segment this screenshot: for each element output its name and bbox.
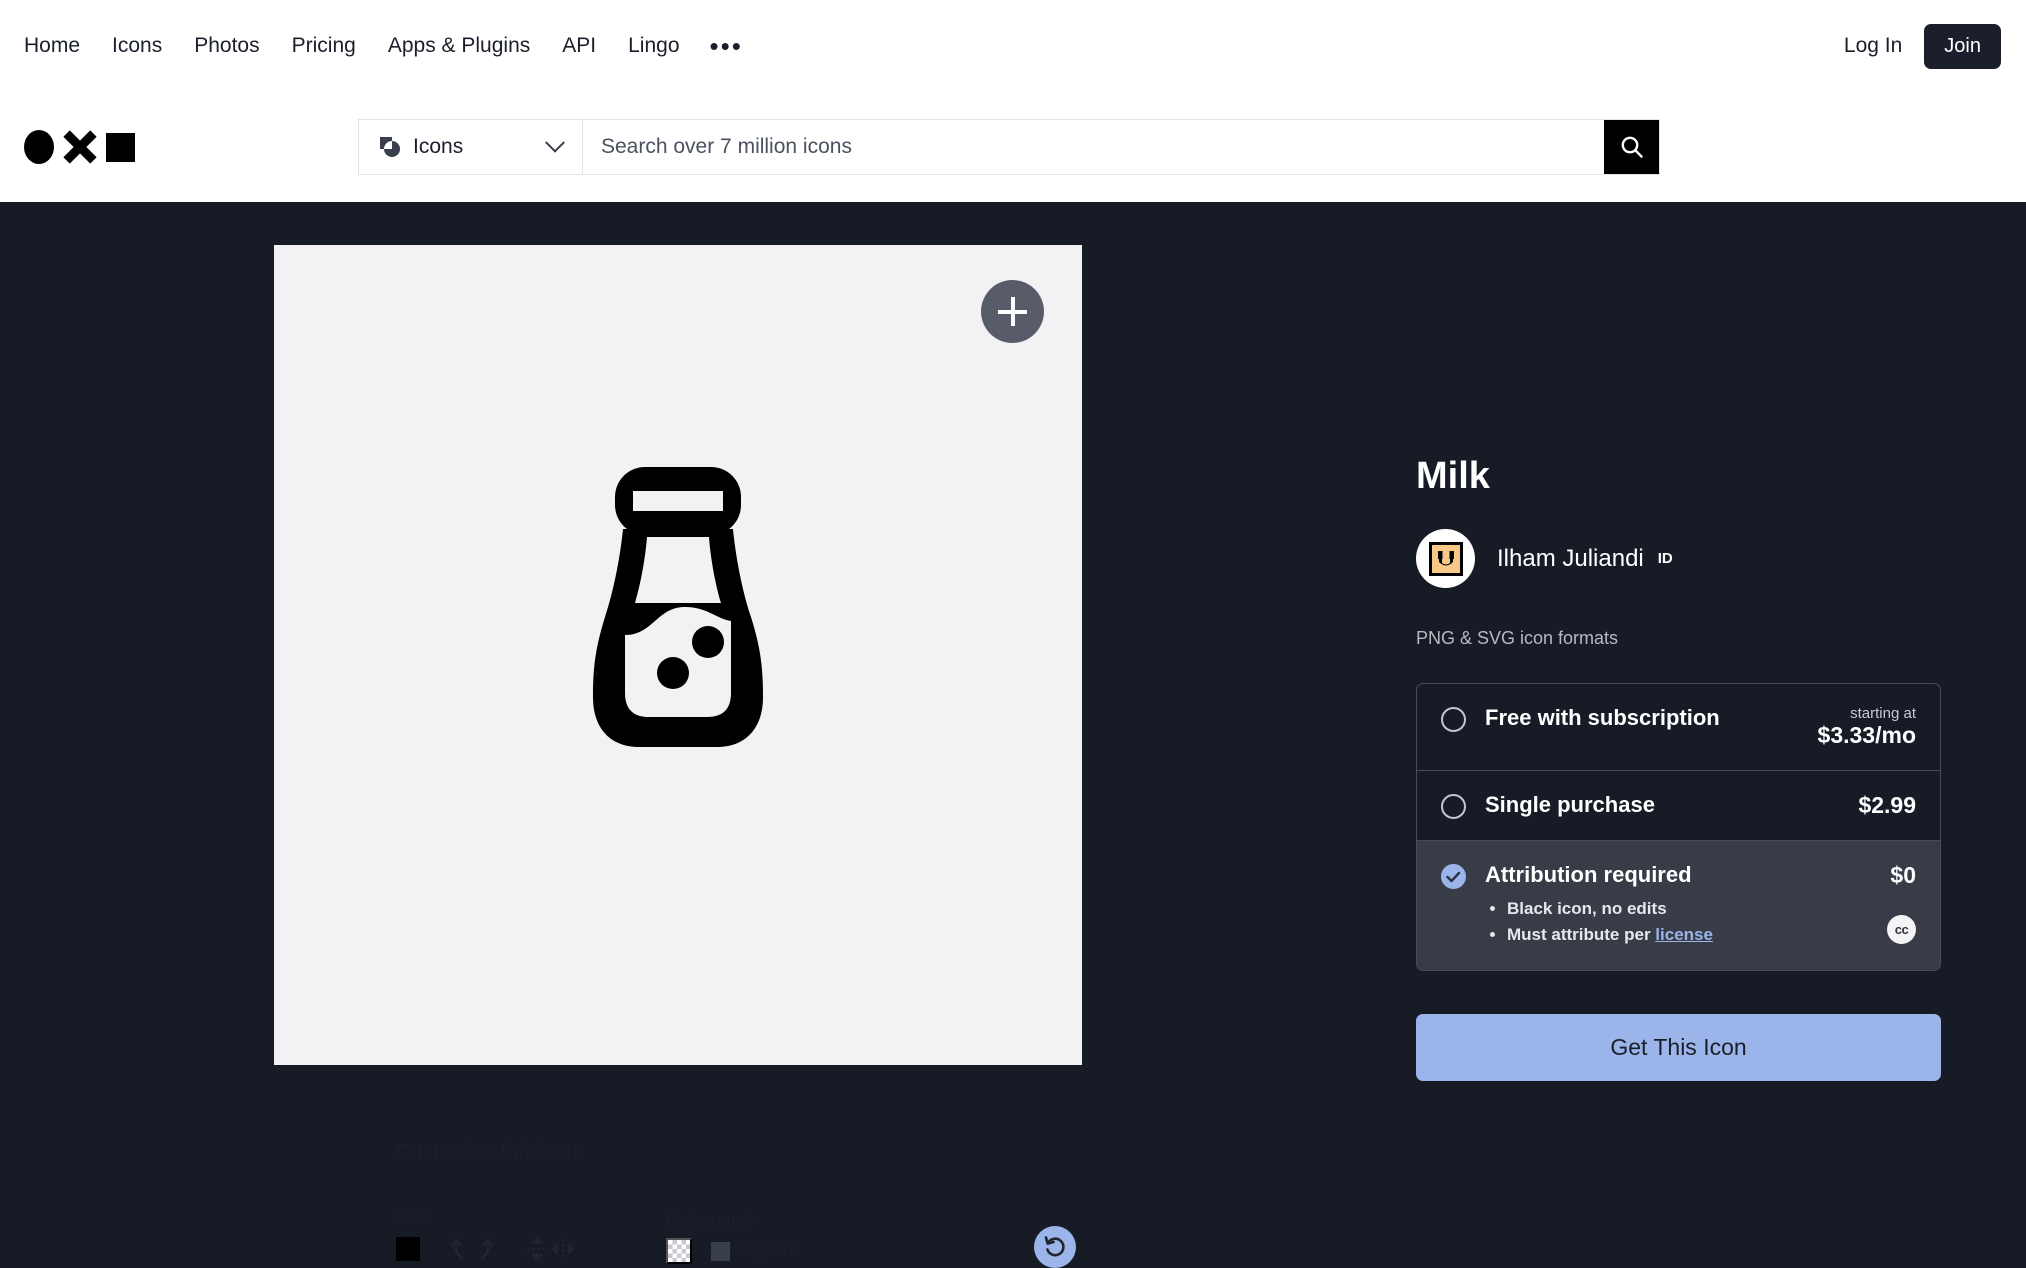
join-button[interactable]: Join <box>1924 23 2001 69</box>
option-bullet: Black icon, no edits <box>1507 896 1887 922</box>
site-logo[interactable] <box>24 130 135 164</box>
icon-color-swatch[interactable] <box>396 1237 420 1261</box>
author-country-code: ID <box>1657 550 1673 567</box>
author-row[interactable]: Ilham Juliandi ID <box>1416 529 1941 588</box>
account-actions: Log In Join <box>1844 23 2001 69</box>
milk-bottle-icon <box>593 467 763 747</box>
avatar <box>1416 529 1475 588</box>
flip-horizontal-icon <box>551 1239 575 1259</box>
icon-tool-group-label: Icon <box>396 1208 427 1225</box>
background-square-swatch <box>711 1241 730 1261</box>
license-link[interactable]: license <box>1655 925 1713 944</box>
search-type-label: Icons <box>413 135 464 158</box>
flip-horizontal-button[interactable] <box>550 1234 576 1264</box>
main-content: Customize this icon Icon Background Squa… <box>0 202 2026 1268</box>
icon-preview-stage <box>274 317 1082 897</box>
background-tool-group: Background Square <box>666 1212 800 1264</box>
radio-unchecked-icon[interactable] <box>1441 794 1466 819</box>
option-price-block: starting at $3.33/mo <box>1818 705 1916 749</box>
icon-tool-row <box>396 1234 576 1264</box>
search-input[interactable] <box>583 120 1604 174</box>
icon-tool-group: Icon <box>396 1208 576 1264</box>
avatar-face-icon <box>1428 541 1463 576</box>
option-bullet-text: Must attribute per <box>1507 925 1656 945</box>
background-square-option[interactable]: Square <box>711 1240 800 1262</box>
nav-link-photos[interactable]: Photos <box>178 26 275 66</box>
nav-link-api[interactable]: API <box>546 26 612 66</box>
option-label: Single purchase <box>1485 792 1655 817</box>
search-form: Icons <box>358 119 1660 175</box>
nav-link-apps-plugins[interactable]: Apps & Plugins <box>372 26 546 66</box>
option-label: Free with subscription <box>1485 705 1720 730</box>
option-body: Attribution required Black icon, no edit… <box>1485 862 1887 949</box>
option-price-block: $2.99 <box>1858 792 1916 819</box>
option-price: $3.33/mo <box>1817 722 1916 748</box>
icon-detail-panel: Milk Ilham Juliandi ID PNG & SVG icon fo… <box>1416 202 1941 1081</box>
background-tool-group-label: Background <box>666 1212 754 1229</box>
search-icon <box>1621 136 1643 158</box>
primary-nav: Home Icons Photos Pricing Apps & Plugins… <box>24 26 757 66</box>
get-this-icon-button[interactable]: Get This Icon <box>1416 1013 1941 1081</box>
rotate-left-icon <box>450 1239 464 1260</box>
flip-vertical-button[interactable] <box>524 1234 550 1264</box>
license-options-list: Free with subscription starting at $3.33… <box>1416 683 1941 971</box>
flip-vertical-icon <box>527 1237 547 1261</box>
icon-preview-card: Customize this icon Icon Background Squa… <box>274 245 1082 1268</box>
search-type-dropdown[interactable]: Icons <box>359 120 583 174</box>
nav-link-home[interactable]: Home <box>24 26 96 66</box>
option-price: $0 <box>1890 862 1916 888</box>
nav-link-pricing[interactable]: Pricing <box>276 26 372 66</box>
option-price: $2.99 <box>1858 792 1916 818</box>
license-option-single-purchase[interactable]: Single purchase $2.99 <box>1417 771 1940 841</box>
option-price-note: starting at <box>1850 705 1916 722</box>
search-submit-button[interactable] <box>1604 120 1659 174</box>
option-bullet: Must attribute per license <box>1507 922 1887 948</box>
top-navigation-bar: Home Icons Photos Pricing Apps & Plugins… <box>0 0 2026 92</box>
chevron-down-icon <box>545 132 565 153</box>
reset-customization-button[interactable] <box>1034 1226 1076 1268</box>
logo-square-icon <box>106 132 135 162</box>
nav-more-icon[interactable]: ••• <box>696 33 757 59</box>
log-in-link[interactable]: Log In <box>1844 34 1902 58</box>
option-price-block: $0 cc <box>1887 862 1916 944</box>
rotate-left-button[interactable] <box>446 1234 472 1264</box>
background-tool-row: Square <box>666 1238 800 1264</box>
logo-x-icon <box>64 131 96 163</box>
logo-circle-icon <box>24 130 54 164</box>
available-formats-text: PNG & SVG icon formats <box>1416 628 1619 648</box>
customize-toolbar: Icon Background Square <box>396 1208 1076 1268</box>
radio-unchecked-icon[interactable] <box>1441 707 1466 732</box>
customize-title: Customize this icon <box>396 1140 579 1163</box>
license-option-free-with-subscription[interactable]: Free with subscription starting at $3.33… <box>1417 684 1940 771</box>
option-label: Attribution required <box>1485 862 1692 887</box>
rotate-right-button[interactable] <box>472 1234 498 1264</box>
page-title: Milk <box>1416 455 1490 497</box>
background-transparent-swatch[interactable] <box>666 1238 692 1264</box>
search-bar-row: Icons <box>0 92 2026 202</box>
content-type-icon <box>380 137 400 157</box>
creative-commons-badge: cc <box>1887 915 1916 944</box>
nav-link-icons[interactable]: Icons <box>96 26 178 66</box>
rotate-right-icon <box>480 1239 494 1260</box>
license-option-attribution-required[interactable]: Attribution required Black icon, no edit… <box>1417 841 1940 970</box>
radio-checked-icon[interactable] <box>1441 864 1466 889</box>
nav-link-lingo[interactable]: Lingo <box>612 26 695 66</box>
option-bullets: Black icon, no edits Must attribute per … <box>1507 896 1887 949</box>
background-square-label: Square <box>739 1240 801 1261</box>
option-body: Single purchase <box>1485 792 1858 818</box>
reset-icon <box>1044 1236 1065 1257</box>
author-name[interactable]: Ilham Juliandi <box>1497 545 1644 573</box>
option-body: Free with subscription <box>1485 705 1818 731</box>
check-icon <box>1446 871 1461 882</box>
